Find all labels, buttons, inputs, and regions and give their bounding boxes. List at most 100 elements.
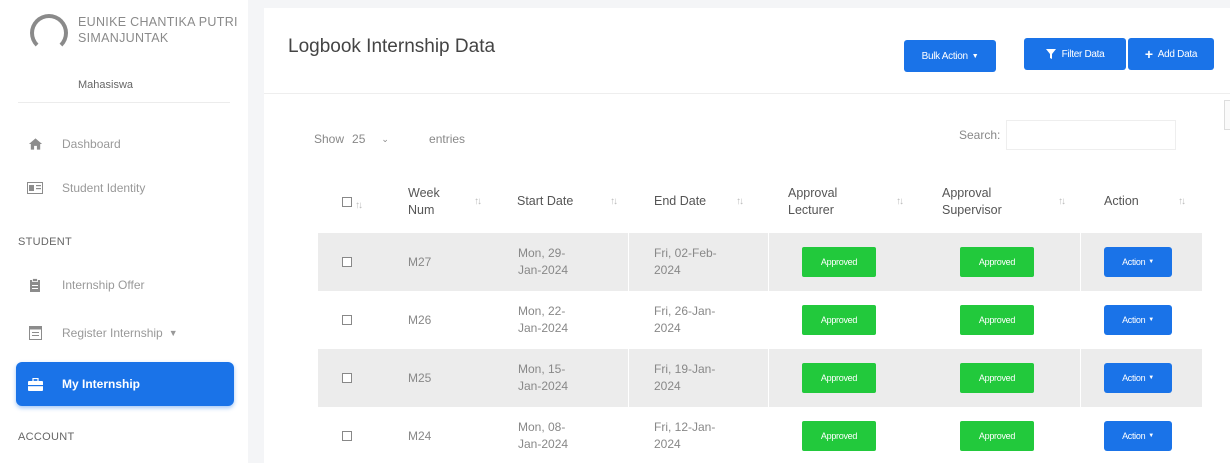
id-card-icon	[26, 179, 44, 197]
table-row: M24 Mon, 08-Jan-2024 Fri, 12-Jan-2024 Ap…	[318, 407, 1202, 463]
clipboard-icon	[26, 276, 44, 294]
plus-icon: +	[1144, 46, 1153, 62]
briefcase-icon	[26, 375, 44, 393]
lecturer-approved-badge: Approved	[802, 247, 876, 277]
section-label-student: STUDENT	[18, 236, 73, 248]
bulk-action-button[interactable]: Bulk Action ▼	[904, 40, 996, 72]
filter-icon	[1045, 49, 1056, 59]
end-date-cell: Fri, 26-Jan-2024	[654, 304, 716, 335]
divider	[768, 349, 769, 407]
table-header: ↑↓ Week Num ↑↓ Start Date ↑↓ End Date ↑↓…	[318, 170, 1202, 233]
entries-value: 25	[352, 132, 366, 146]
show-label: Show	[314, 132, 345, 146]
chevron-down-icon: ▼	[168, 328, 178, 338]
table-row: M26 Mon, 22-Jan-2024 Fri, 26-Jan-2024 Ap…	[318, 291, 1202, 349]
supervisor-approved-badge: Approved	[960, 363, 1034, 393]
start-date-cell: Mon, 15-Jan-2024	[518, 362, 569, 393]
filter-data-button[interactable]: Filter Data	[1024, 38, 1126, 70]
row-action-label: Action	[1122, 372, 1146, 383]
header-action: Action	[1104, 194, 1139, 208]
table-row: M25 Mon, 15-Jan-2024 Fri, 19-Jan-2024 Ap…	[318, 349, 1202, 407]
sidebar-item-student-identity[interactable]: Student Identity	[16, 166, 234, 210]
header-approval-supervisor[interactable]: Approval Supervisor	[942, 170, 1022, 233]
divider	[1080, 233, 1081, 291]
page-title: Logbook Internship Data	[288, 36, 496, 57]
start-date-cell: Mon, 08-Jan-2024	[518, 420, 569, 451]
row-checkbox[interactable]	[342, 257, 352, 267]
header-start-date[interactable]: Start Date	[517, 170, 573, 233]
select-all-checkbox[interactable]	[342, 196, 352, 207]
chevron-down-icon: ▼	[1148, 258, 1154, 265]
divider	[628, 233, 629, 291]
home-icon	[26, 135, 44, 153]
main-content: Logbook Internship Data Bulk Action ▼ Fi…	[264, 8, 1230, 463]
divider	[768, 233, 769, 291]
sidebar-item-dashboard[interactable]: Dashboard	[16, 122, 234, 166]
user-name: EUNIKE CHANTIKA PUTRI SIMANJUNTAK	[78, 15, 238, 45]
week-num-cell: M26	[408, 312, 432, 327]
bulk-action-label: Bulk Action	[921, 50, 968, 62]
chevron-down-icon: ⌄	[381, 133, 389, 144]
sort-icon[interactable]: ↑↓	[474, 196, 482, 207]
row-action-button[interactable]: Action ▼	[1104, 421, 1172, 451]
sort-icon[interactable]: ↑↓	[736, 196, 744, 207]
header-approval-lecturer[interactable]: Approval Lecturer	[788, 170, 868, 233]
row-checkbox[interactable]	[342, 315, 352, 325]
chevron-down-icon: ▼	[1148, 374, 1154, 381]
show-entries: Show 25 ⌄ entries	[314, 125, 465, 153]
end-date-cell: Fri, 12-Jan-2024	[654, 420, 716, 451]
divider	[18, 102, 230, 103]
row-action-button[interactable]: Action ▼	[1104, 305, 1172, 335]
row-action-label: Action	[1122, 256, 1146, 267]
supervisor-approved-badge: Approved	[960, 305, 1034, 335]
divider	[628, 349, 629, 407]
sort-icon[interactable]: ↑↓	[1058, 196, 1066, 207]
sidebar-item-register-internship[interactable]: Register Internship ▼	[16, 311, 234, 355]
lecturer-approved-badge: Approved	[802, 305, 876, 335]
entries-select[interactable]: 25 ⌄	[344, 125, 429, 153]
sidebar-item-internship-offer[interactable]: Internship Offer	[16, 263, 234, 307]
supervisor-approved-badge: Approved	[960, 421, 1034, 451]
chevron-down-icon: ▼	[1148, 316, 1154, 323]
entries-label: entries	[429, 132, 466, 146]
week-num-cell: M25	[408, 370, 432, 385]
chevron-down-icon: ▼	[971, 52, 979, 60]
end-date-cell: Fri, 19-Jan-2024	[654, 362, 716, 393]
row-action-button[interactable]: Action ▼	[1104, 363, 1172, 393]
start-date-cell: Mon, 22-Jan-2024	[518, 304, 569, 335]
row-checkbox[interactable]	[342, 373, 352, 383]
row-action-button[interactable]: Action ▼	[1104, 247, 1172, 277]
add-data-label: Add Data	[1157, 48, 1198, 60]
search-input[interactable]	[1006, 120, 1177, 150]
sidebar-item-label: Register Internship	[62, 326, 163, 340]
logbook-table: ↑↓ Week Num ↑↓ Start Date ↑↓ End Date ↑↓…	[318, 170, 1202, 463]
row-action-label: Action	[1122, 314, 1146, 325]
header-week-num[interactable]: Week Num	[408, 170, 458, 233]
avatar-icon	[30, 14, 68, 52]
sidebar-item-label: Dashboard	[62, 137, 121, 151]
sort-icon[interactable]: ↑↓	[355, 200, 363, 211]
row-checkbox[interactable]	[342, 431, 352, 441]
filter-data-label: Filter Data	[1061, 48, 1105, 60]
sort-icon[interactable]: ↑↓	[610, 196, 618, 207]
sort-icon[interactable]: ↑↓	[896, 196, 904, 207]
select-all-header	[342, 170, 352, 233]
sidebar-item-label: Internship Offer	[62, 278, 145, 292]
chevron-down-icon: ▼	[1148, 432, 1154, 439]
user-role: Mahasiswa	[78, 79, 134, 91]
supervisor-approved-badge: Approved	[960, 247, 1034, 277]
add-data-button[interactable]: + Add Data	[1128, 38, 1214, 70]
form-icon	[26, 324, 44, 342]
week-num-cell: M24	[408, 428, 432, 443]
week-num-cell: M27	[408, 254, 432, 269]
search-box: Search:	[959, 120, 1177, 150]
row-action-label: Action	[1122, 430, 1146, 441]
search-label: Search:	[959, 128, 1001, 142]
header-end-date[interactable]: End Date	[654, 170, 706, 233]
sidebar-item-my-internship[interactable]: My Internship	[16, 362, 234, 406]
sidebar-item-label: My Internship	[62, 377, 141, 391]
lecturer-approved-badge: Approved	[802, 421, 876, 451]
side-tab[interactable]	[1224, 100, 1230, 130]
start-date-cell: Mon, 29-Jan-2024	[518, 246, 569, 277]
sort-icon[interactable]: ↑↓	[1178, 196, 1186, 207]
